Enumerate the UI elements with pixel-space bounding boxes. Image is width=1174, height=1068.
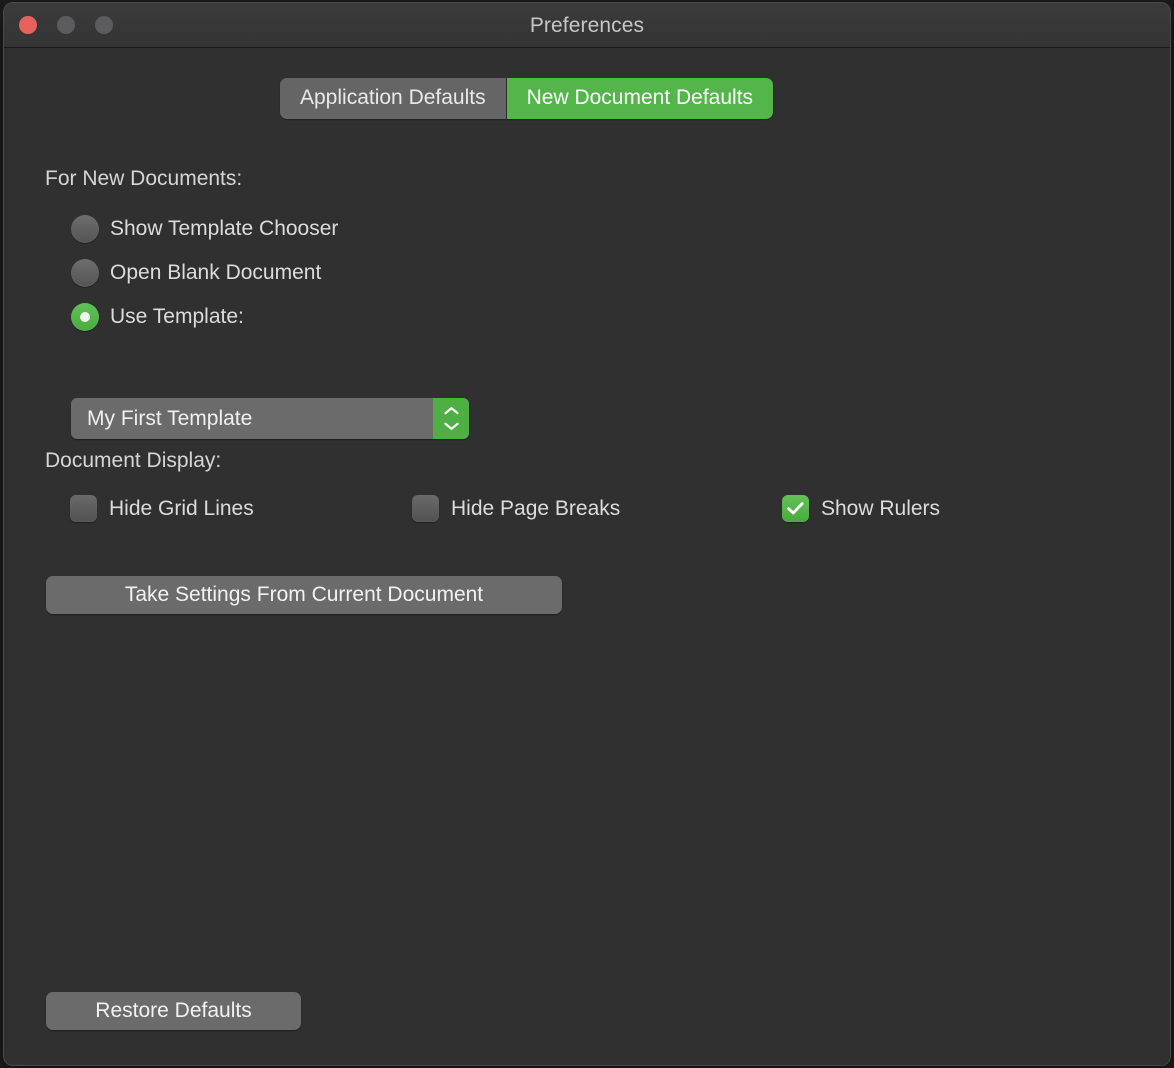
checkbox-hide-page-breaks[interactable]: Hide Page Breaks (412, 495, 620, 522)
radio-icon-selected (71, 303, 99, 331)
tab-new-document-defaults[interactable]: New Document Defaults (505, 78, 774, 119)
checkmark-icon (782, 495, 809, 522)
radio-open-blank-document[interactable]: Open Blank Document (71, 259, 321, 287)
radio-use-template[interactable]: Use Template: (71, 303, 244, 331)
preferences-content: Application Defaults New Document Defaul… (4, 48, 1170, 1065)
radio-label-use-template: Use Template: (110, 305, 244, 328)
radio-icon-unselected (71, 259, 99, 287)
document-display-label: Document Display: (45, 449, 222, 472)
checkbox-label-hide-grid-lines: Hide Grid Lines (109, 496, 254, 520)
checkbox-label-show-rulers: Show Rulers (821, 496, 941, 520)
checkbox-icon-unchecked (412, 495, 439, 522)
tab-bar: Application Defaults New Document Defaul… (280, 78, 774, 119)
radio-icon-unselected (71, 215, 99, 243)
checkbox-icon-unchecked (70, 495, 97, 522)
checkbox-show-rulers[interactable]: Show Rulers (782, 495, 940, 522)
radio-label-open-blank-document: Open Blank Document (110, 261, 322, 284)
checkbox-hide-grid-lines[interactable]: Hide Grid Lines (70, 495, 254, 522)
restore-defaults-button[interactable]: Restore Defaults (46, 992, 301, 1030)
title-bar: Preferences (4, 3, 1170, 48)
checkbox-label-hide-page-breaks: Hide Page Breaks (451, 496, 621, 520)
take-settings-from-current-document-button[interactable]: Take Settings From Current Document (46, 576, 562, 614)
radio-label-show-template-chooser: Show Template Chooser (110, 217, 339, 240)
tab-application-defaults[interactable]: Application Defaults (280, 78, 506, 119)
preferences-window: Preferences Application Defaults New Doc… (3, 2, 1171, 1066)
template-popup-button[interactable]: My First Template (71, 398, 469, 439)
chevron-up-down-icon[interactable] (433, 398, 469, 439)
radio-show-template-chooser[interactable]: Show Template Chooser (71, 215, 338, 243)
for-new-documents-label: For New Documents: (45, 167, 243, 190)
window-title: Preferences (529, 14, 645, 37)
template-popup-value: My First Template (87, 406, 253, 430)
